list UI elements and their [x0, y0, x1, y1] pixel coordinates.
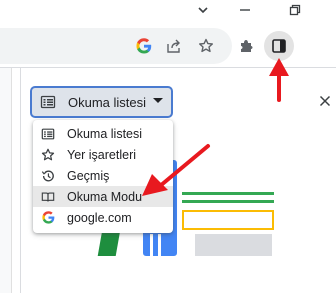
google-icon [41, 211, 55, 225]
illustration-yellow-box [182, 210, 274, 230]
title-bar [0, 0, 336, 24]
illustration-gray-box [195, 234, 272, 256]
dropdown-selected-label: Okuma listesi [68, 95, 147, 110]
menu-item-bookmarks[interactable]: Yer işaretleri [33, 144, 173, 165]
bookmark-star-icon[interactable] [194, 34, 218, 58]
bookmark-star-icon [41, 148, 55, 162]
reading-list-icon [41, 127, 55, 141]
menu-item-label: Geçmiş [67, 168, 110, 183]
side-panel-icon[interactable] [264, 31, 294, 61]
menu-item-reading-mode[interactable]: Okuma Modu [33, 186, 173, 207]
side-panel-menu: Okuma listesi Yer işaretleri Geçmiş Okum… [33, 120, 173, 233]
illustration-green-line [182, 200, 274, 203]
menu-item-history[interactable]: Geçmiş [33, 165, 173, 186]
menu-item-label: Yer işaretleri [67, 147, 137, 162]
close-icon[interactable] [316, 92, 334, 110]
illustration-green-line [182, 192, 274, 195]
google-icon[interactable] [132, 34, 156, 58]
illustration-stripe [150, 234, 153, 256]
reading-mode-book-icon [41, 190, 55, 204]
reading-list-icon [40, 94, 56, 110]
menu-item-label: Okuma Modu [67, 189, 143, 204]
history-icon [41, 169, 55, 183]
caret-down-icon [153, 98, 163, 103]
menu-item-label: Okuma listesi [67, 126, 143, 141]
side-panel-selector-dropdown[interactable]: Okuma listesi [30, 86, 173, 118]
menu-item-google[interactable]: google.com [33, 207, 173, 228]
browser-toolbar [0, 24, 336, 68]
share-icon[interactable] [162, 34, 186, 58]
menu-item-label: google.com [67, 210, 132, 225]
tab-search-chevron-icon[interactable] [188, 0, 218, 20]
page-content-edge [0, 68, 12, 293]
minimize-icon[interactable] [230, 0, 260, 20]
extensions-puzzle-icon[interactable] [234, 34, 258, 58]
menu-item-reading-list[interactable]: Okuma listesi [33, 123, 173, 144]
restore-icon[interactable] [280, 0, 310, 20]
illustration-stripe [158, 234, 161, 256]
